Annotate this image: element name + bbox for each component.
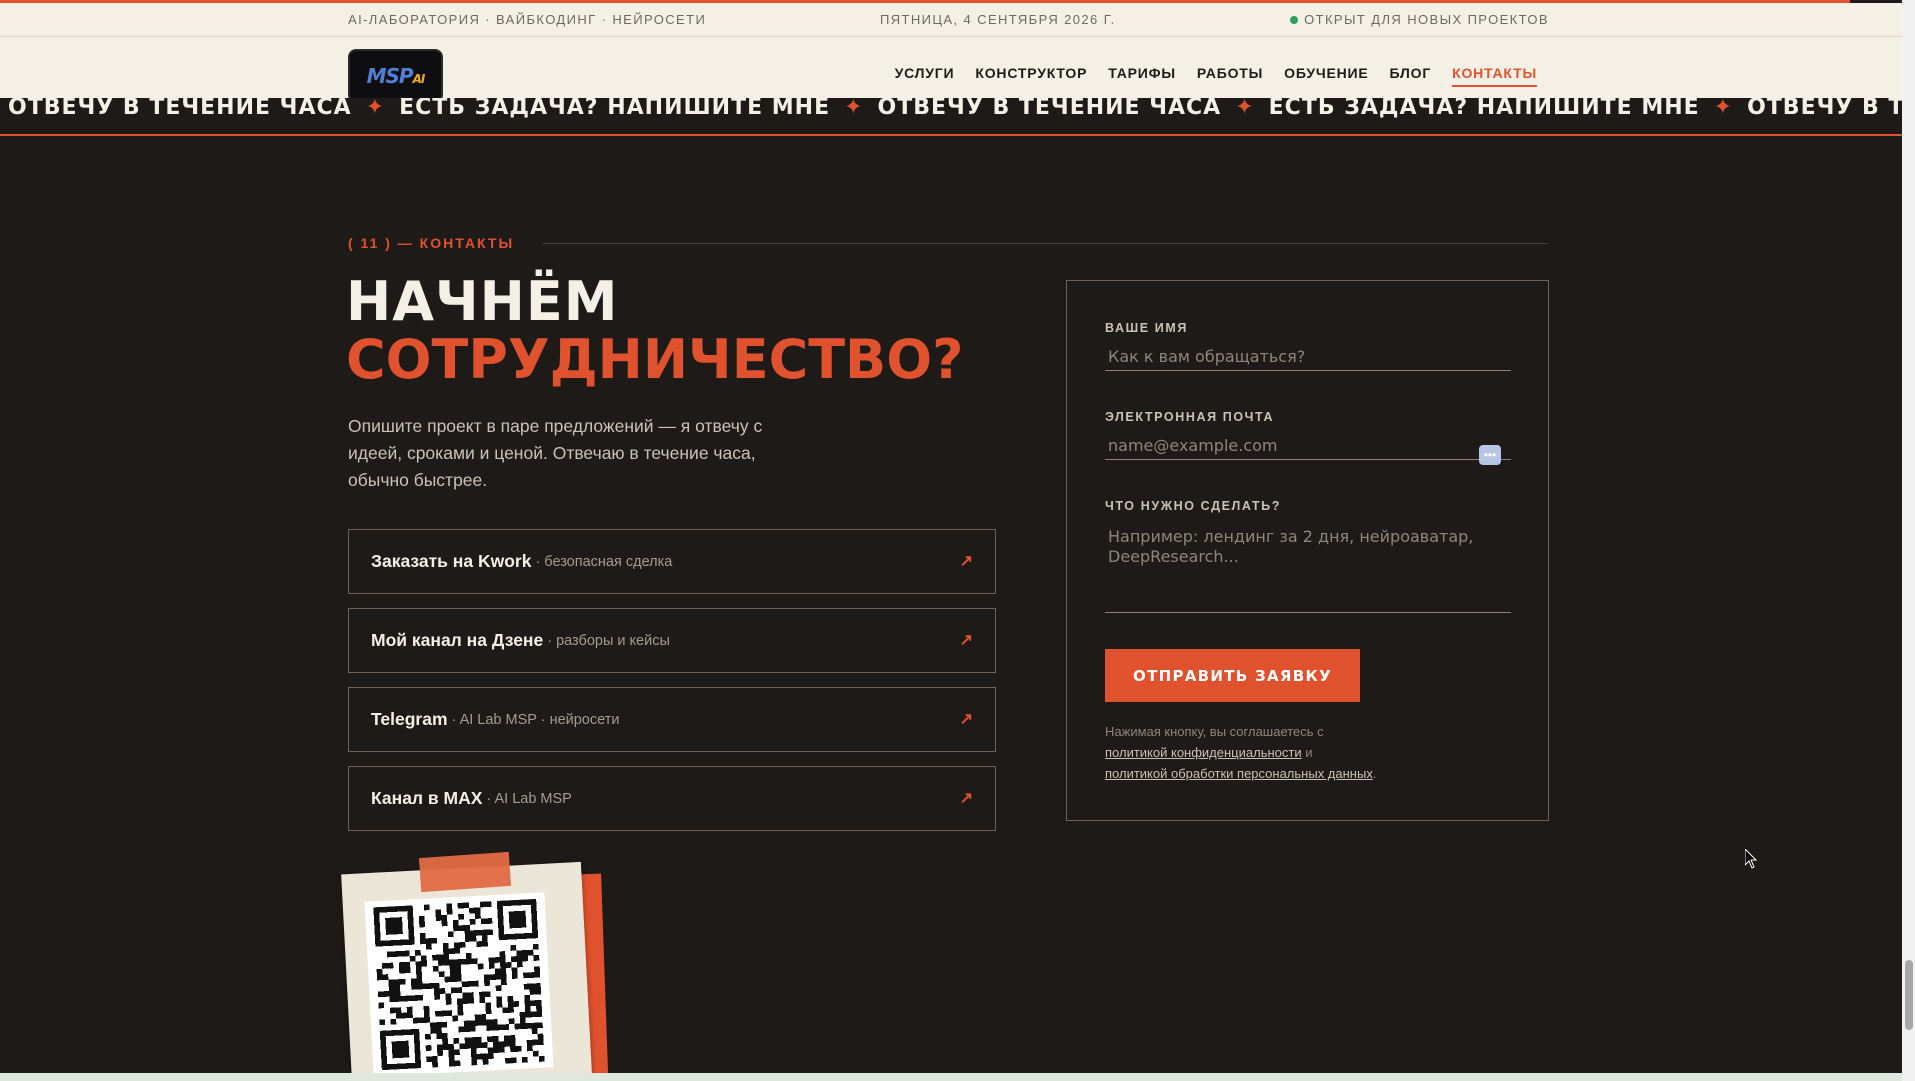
- qr-code-image: [373, 898, 545, 1071]
- submit-button[interactable]: ОТПРАВИТЬ ЗАЯВКУ: [1105, 649, 1360, 702]
- task-textarea[interactable]: [1105, 523, 1511, 613]
- link-telegram[interactable]: Telegram · AI Lab MSP · нейросети ↗: [348, 687, 996, 752]
- tape-decoration: [418, 851, 512, 893]
- nav-item-contacts[interactable]: КОНТАКТЫ: [1452, 65, 1537, 87]
- link-subtitle: · разборы и кейсы: [547, 632, 670, 649]
- autofill-icon[interactable]: •••: [1479, 445, 1501, 465]
- nav-item-works[interactable]: РАБОТЫ: [1197, 65, 1263, 87]
- marquee-item: ЕСТЬ ЗАДАЧА? НАПИШИТЕ МНЕ: [1268, 98, 1700, 120]
- marquee-separator-icon: ✦: [844, 98, 864, 120]
- link-subtitle: · безопасная сделка: [535, 553, 673, 570]
- name-field[interactable]: [1105, 343, 1511, 371]
- consent-end: .: [1372, 766, 1377, 781]
- link-subtitle: · AI Lab MSP · нейросети: [451, 711, 620, 728]
- contact-form: ВАШЕ ИМЯ ЭЛЕКТРОННАЯ ПОЧТА ••• ЧТО НУЖНО…: [1066, 280, 1549, 821]
- marquee-separator-icon: ✦: [365, 98, 386, 120]
- consent-mid: и: [1305, 745, 1313, 760]
- task-label: ЧТО НУЖНО СДЕЛАТЬ?: [1105, 499, 1281, 513]
- arrow-up-right-icon: ↗: [959, 553, 973, 570]
- availability-text: ОТКРЫТ ДЛЯ НОВЫХ ПРОЕКТОВ: [1304, 12, 1549, 27]
- status-dot-icon: [1290, 15, 1299, 24]
- arrow-up-right-icon: ↗: [959, 632, 973, 649]
- lead-paragraph: Опишите проект в паре предложений — я от…: [348, 416, 763, 490]
- consent-prefix: Нажимая кнопку, вы соглашаетесь с: [1105, 724, 1324, 739]
- marquee-item: ОТВЕЧУ В ТЕЧЕНИЕ ЧАСА: [1747, 98, 1902, 120]
- main-nav: УСЛУГИ КОНСТРУКТОР ТАРИФЫ РАБОТЫ ОБУЧЕНИ…: [895, 65, 1537, 87]
- logo-wordmark: MSPAI: [366, 64, 426, 88]
- scrollbar-thumb[interactable]: [1905, 960, 1913, 1030]
- arrow-up-right-icon: ↗: [959, 711, 973, 728]
- qr-code: [364, 892, 554, 1077]
- topbar-tagline: AI-ЛАБОРАТОРИЯ · ВАЙБКОДИНГ · НЕЙРОСЕТИ: [348, 12, 707, 27]
- topbar: AI-ЛАБОРАТОРИЯ · ВАЙБКОДИНГ · НЕЙРОСЕТИ …: [0, 3, 1902, 37]
- link-title: Telegram: [371, 709, 448, 729]
- link-title: Мой канал на Дзене: [371, 630, 544, 650]
- contact-links: Заказать на Kwork · безопасная сделка ↗ …: [348, 529, 996, 845]
- consent-text: Нажимая кнопку, вы соглашаетесь с полити…: [1105, 721, 1525, 784]
- nav-item-services[interactable]: УСЛУГИ: [895, 65, 955, 87]
- link-title: Канал в MAX: [371, 788, 483, 808]
- name-label: ВАШЕ ИМЯ: [1105, 321, 1188, 335]
- marquee-item: ОТВЕЧУ В ТЕЧЕНИЕ ЧАСА: [8, 98, 352, 120]
- data-processing-policy-link[interactable]: политикой обработки персональных данных: [1105, 766, 1373, 781]
- nav-item-pricing[interactable]: ТАРИФЫ: [1108, 65, 1176, 87]
- bottom-status-strip: [0, 1073, 1902, 1081]
- marquee-text: ОТВЕЧУ В ТЕЧЕНИЕ ЧАСА ✦ ЕСТЬ ЗАДАЧА? НАПИШ…: [8, 98, 1902, 120]
- page-title-line1: НАЧНЁМ: [346, 270, 619, 333]
- marquee-separator-icon: ✦: [1235, 98, 1255, 120]
- email-label: ЭЛЕКТРОННАЯ ПОЧТА: [1105, 410, 1275, 424]
- privacy-policy-link[interactable]: политикой конфиденциальности: [1105, 745, 1302, 760]
- marquee-item: ЕСТЬ ЗАДАЧА? НАПИШИТЕ МНЕ: [399, 98, 831, 120]
- link-title: Заказать на Kwork: [371, 551, 532, 571]
- email-field[interactable]: [1105, 432, 1511, 460]
- scrollbar[interactable]: [1902, 0, 1915, 1081]
- page-title-line2: СОТРУДНИЧЕСТВО?: [346, 328, 964, 391]
- availability-status: ОТКРЫТ ДЛЯ НОВЫХ ПРОЕКТОВ: [1290, 12, 1549, 27]
- link-dzen[interactable]: Мой канал на Дзене · разборы и кейсы ↗: [348, 608, 996, 673]
- topbar-date: ПЯТНИЦА, 4 СЕНТЯБРЯ 2026 Г.: [880, 12, 1116, 27]
- section-label: ( 11 ) — КОНТАКТЫ: [348, 235, 515, 251]
- site-header: AI-ЛАБОРАТОРИЯ · ВАЙБКОДИНГ · НЕЙРОСЕТИ …: [0, 3, 1902, 113]
- section-divider: [542, 243, 1548, 244]
- nav-item-blog[interactable]: БЛОГ: [1390, 65, 1432, 87]
- arrow-up-right-icon: ↗: [959, 790, 973, 807]
- link-subtitle: · AI Lab MSP: [486, 790, 572, 807]
- nav-item-learning[interactable]: ОБУЧЕНИЕ: [1284, 65, 1368, 87]
- link-kwork[interactable]: Заказать на Kwork · безопасная сделка ↗: [348, 529, 996, 594]
- nav-item-builder[interactable]: КОНСТРУКТОР: [975, 65, 1087, 87]
- mouse-cursor-icon: [1745, 849, 1757, 869]
- logo[interactable]: MSPAI: [348, 49, 443, 103]
- marquee-strip: ОТВЕЧУ В ТЕЧЕНИЕ ЧАСА ✦ ЕСТЬ ЗАДАЧА? НАПИШ…: [0, 98, 1902, 136]
- marquee-item: ОТВЕЧУ В ТЕЧЕНИЕ ЧАСА: [877, 98, 1222, 120]
- link-max[interactable]: Канал в MAX · AI Lab MSP ↗: [348, 766, 996, 831]
- marquee-separator-icon: ✦: [1713, 98, 1734, 120]
